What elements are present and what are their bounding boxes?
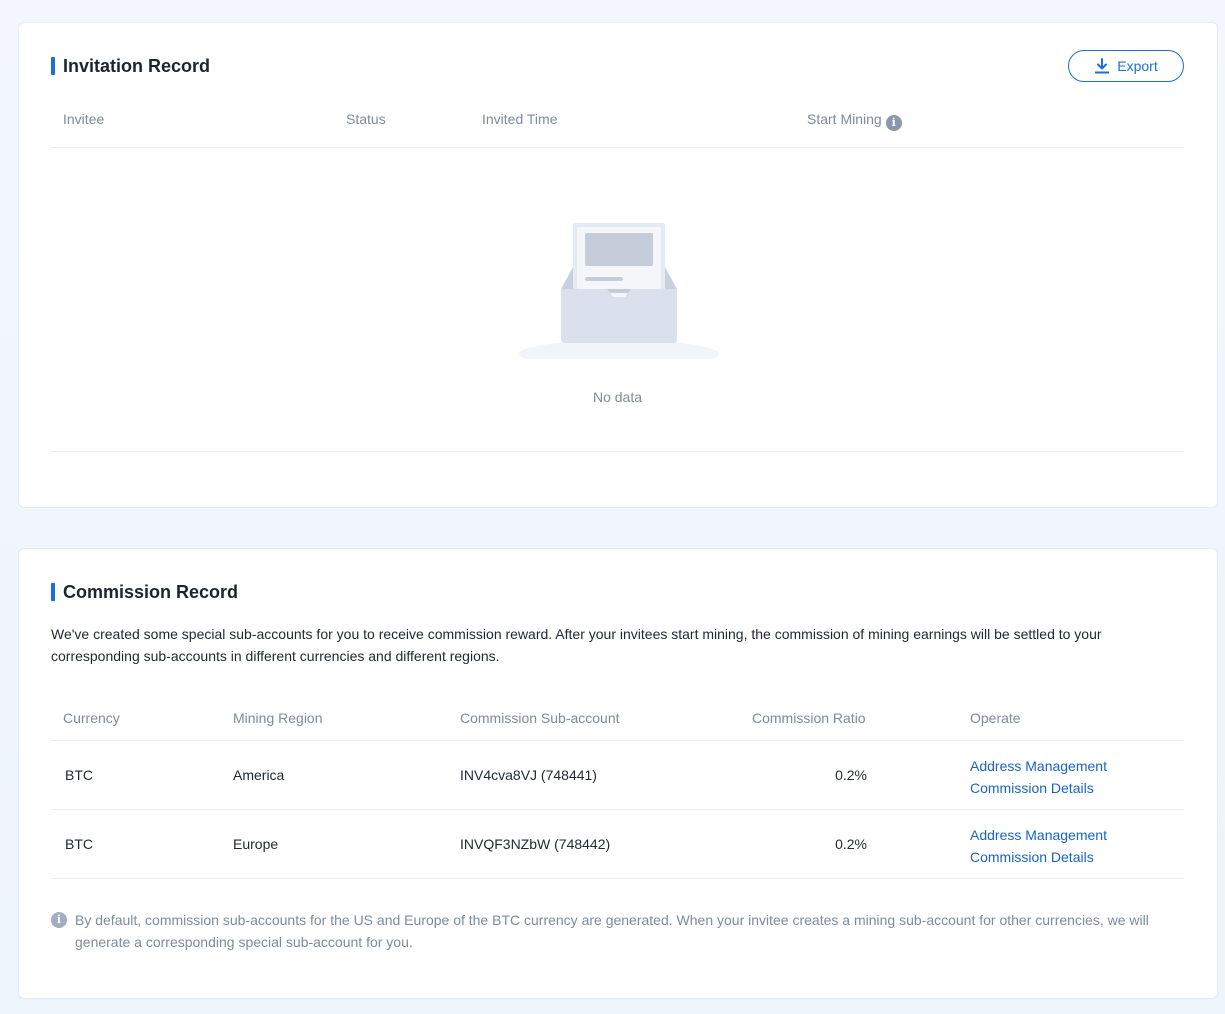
cell-sub-account: INVQF3NZbW (748442) [460,836,611,852]
column-sub-account: Commission Sub-account [460,710,620,726]
column-start-mining-label: Start Mining [807,111,882,127]
cell-region: Europe [233,836,279,852]
info-icon[interactable]: i [885,115,902,131]
cell-region: America [233,767,285,783]
invitation-record-title: Invitation Record [51,55,210,77]
column-mining-region: Mining Region [233,710,323,726]
commission-description: We've created some special sub-accounts … [51,626,1102,664]
commission-note-text: By default, commission sub-accounts for … [75,912,1149,950]
cell-currency: BTC [65,767,93,783]
table-row: BTC America INV4cva8VJ (748441) 0.2% Add… [51,741,1184,810]
cell-operate: Address Management Commission Details [970,824,1107,868]
column-start-mining: Start Mining i [807,90,902,148]
empty-text: No data [592,389,643,405]
cell-currency: BTC [65,836,93,852]
cell-ratio: 0.2% [835,836,867,852]
column-currency: Currency [63,710,120,726]
column-commission-ratio: Commission Ratio [752,710,866,726]
cell-operate: Address Management Commission Details [970,755,1107,799]
commission-record-title: Commission Record [51,581,238,603]
empty-state: No data [51,149,1184,452]
commission-details-link[interactable]: Commission Details [970,777,1107,799]
empty-inbox-icon [517,219,721,368]
commission-record-card: Commission Record We've created some spe… [18,548,1218,999]
column-status: Status [346,111,386,127]
commission-table-header: Currency Mining Region Commission Sub-ac… [51,690,1184,741]
column-invitee: Invitee [63,111,105,127]
column-operate: Operate [970,710,1021,726]
address-management-link[interactable]: Address Management [970,824,1107,846]
commission-details-link[interactable]: Commission Details [970,846,1107,868]
export-label: Export [1117,58,1158,74]
info-icon: i [51,912,67,928]
invitation-table-header: Invitee Status Invited Time Start Mining… [51,90,1184,148]
column-invited-time: Invited Time [482,111,558,127]
commission-note: i By default, commission sub-accounts fo… [51,909,1181,953]
cell-sub-account: INV4cva8VJ (748441) [460,767,597,783]
download-icon [1094,58,1110,74]
table-row: BTC Europe INVQF3NZbW (748442) 0.2% Addr… [51,810,1184,879]
cell-ratio: 0.2% [835,767,867,783]
commission-table: Currency Mining Region Commission Sub-ac… [51,690,1184,879]
address-management-link[interactable]: Address Management [970,755,1107,777]
invitation-record-card: Invitation Record Export Invitee Status … [18,22,1218,508]
export-button[interactable]: Export [1068,50,1184,82]
